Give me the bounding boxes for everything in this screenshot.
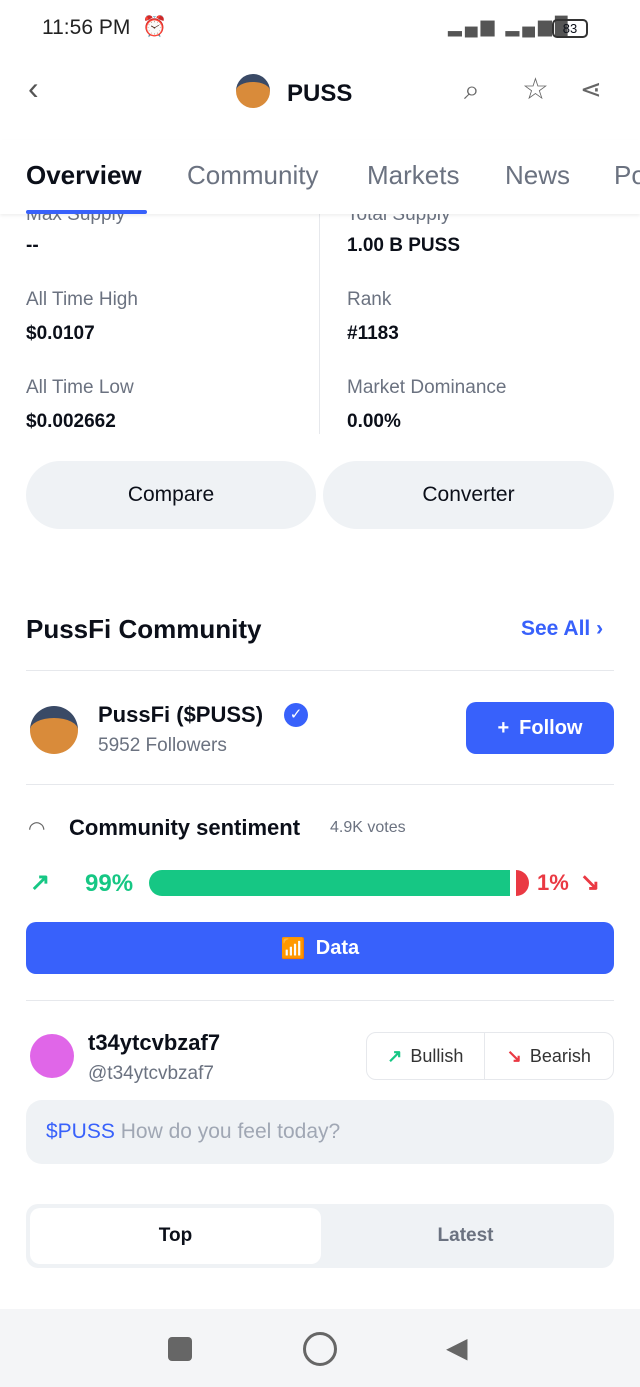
compare-button[interactable]: Compare [26, 461, 316, 529]
bearish-button[interactable]: ↘ Bearish [485, 1033, 613, 1079]
bearish-trend-icon: ↘ [580, 869, 601, 896]
input-tag: $PUSS [46, 1120, 115, 1143]
data-label: Data [315, 936, 360, 959]
battery-icon: 83 [552, 19, 588, 38]
back-nav-icon[interactable]: ◀ [446, 1331, 468, 1364]
tab-markets[interactable]: Markets [367, 160, 459, 191]
bullish-icon: ↗ [387, 1045, 403, 1066]
bullish-percent: 99% [85, 870, 134, 897]
star-icon[interactable]: ☆ [522, 72, 549, 107]
bullish-button[interactable]: ↗ Bullish [367, 1033, 485, 1079]
sentiment-vote-group: ↗ Bullish ↘ Bearish [366, 1032, 614, 1080]
see-all-label: See All [521, 617, 591, 640]
user-handle: @t34ytcvbzaf7 [88, 1063, 214, 1084]
bullish-label: Bullish [410, 1045, 464, 1066]
divider [26, 670, 614, 671]
ath-label: All Time High [26, 289, 138, 310]
community-name: PussFi ($PUSS) [98, 702, 264, 727]
dominance-value: 0.00% [347, 411, 401, 432]
bullish-trend-icon: ↗ [30, 869, 51, 896]
tab-bar: Overview Community Markets News Po [0, 140, 640, 214]
coin-logo [236, 74, 270, 108]
bearish-bar [516, 870, 529, 896]
bearish-icon: ↘ [506, 1045, 522, 1066]
status-bar: 11:56 PM ⏰ ▂▄▆ ▂▄▆█ 83 [0, 0, 640, 60]
feed-tab-latest[interactable]: Latest [321, 1208, 610, 1264]
tab-more[interactable]: Po [614, 160, 640, 191]
atl-value: $0.002662 [26, 411, 116, 432]
post-input[interactable]: $PUSS How do you feel today? [26, 1100, 614, 1164]
content: Max Supply -- Total Supply 1.00 B PUSS A… [0, 204, 640, 1314]
community-avatar [30, 706, 78, 754]
divider [319, 214, 320, 434]
feed-tab-top[interactable]: Top [30, 1208, 321, 1264]
chart-icon: 📶 [280, 937, 306, 960]
converter-button[interactable]: Converter [323, 461, 614, 529]
verified-icon: ✓ [284, 703, 308, 727]
max-supply-value: -- [26, 235, 39, 256]
rank-value: #1183 [347, 323, 399, 344]
back-icon[interactable]: ‹ [28, 70, 39, 107]
tab-news[interactable]: News [505, 160, 570, 191]
bullish-bar [149, 870, 510, 896]
header: ‹ PUSS ⌕ ☆ ⋖ [0, 60, 640, 125]
bearish-percent: 1% [537, 870, 569, 895]
dominance-label: Market Dominance [347, 377, 507, 398]
search-icon[interactable]: ⌕ [464, 74, 480, 107]
alarm-icon: ⏰ [142, 16, 167, 38]
tab-community[interactable]: Community [187, 160, 318, 191]
recents-icon[interactable] [168, 1337, 192, 1361]
see-all-link[interactable]: See All › [521, 617, 603, 641]
ath-value: $0.0107 [26, 323, 95, 344]
feed-tabs: Top Latest [26, 1204, 614, 1268]
tab-overview[interactable]: Overview [26, 160, 142, 191]
follow-button[interactable]: + Follow [466, 702, 614, 754]
gauge-icon: ◠ [28, 818, 46, 840]
page-title: PUSS [287, 80, 353, 107]
user-name: t34ytcvbzaf7 [88, 1030, 221, 1055]
follow-label: Follow [519, 716, 583, 739]
plus-icon: + [497, 716, 510, 739]
nav-bar: ◀ [0, 1309, 640, 1387]
total-supply-value: 1.00 B PUSS [347, 235, 460, 256]
clock: 11:56 PM [42, 16, 131, 39]
divider [26, 1000, 614, 1001]
community-title: PussFi Community [26, 614, 262, 644]
data-button[interactable]: 📶 Data [26, 922, 614, 974]
sentiment-title: Community sentiment [69, 815, 301, 840]
bearish-label: Bearish [529, 1045, 591, 1066]
input-placeholder: How do you feel today? [120, 1120, 341, 1143]
home-icon[interactable] [303, 1332, 337, 1366]
user-avatar [30, 1034, 74, 1078]
followers-count: 5952 Followers [98, 735, 227, 756]
active-tab-indicator [26, 210, 147, 214]
share-icon[interactable]: ⋖ [580, 74, 602, 105]
atl-label: All Time Low [26, 377, 134, 398]
divider [26, 784, 614, 785]
votes-count: 4.9K votes [330, 819, 406, 836]
rank-label: Rank [347, 289, 392, 310]
